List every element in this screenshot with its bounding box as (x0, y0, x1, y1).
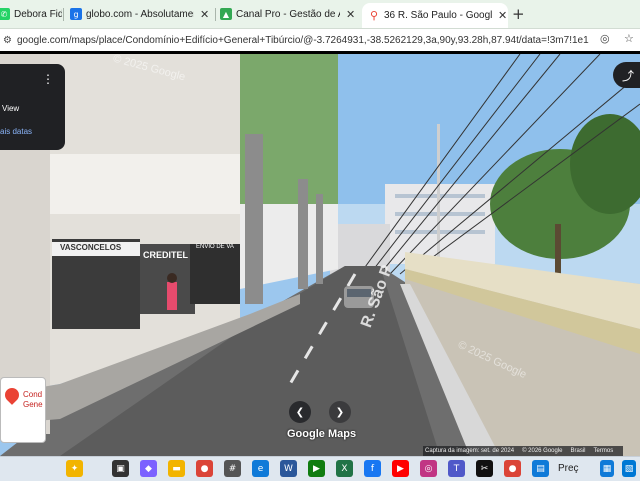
folder-icon[interactable]: ▬ (168, 460, 185, 477)
minimap-label: Cond (23, 390, 43, 399)
tab-title: Canal Pro - Gestão de Anúncio (236, 8, 340, 20)
share-icon: ⤴ (621, 68, 634, 83)
task-view-icon[interactable]: ▣ (112, 460, 129, 477)
windows-taskbar: Preç ✦ ▣ ◆ ▬ ● # e W ▶ Xf ▶ ◎ T ✂ ● ▤ ▦ ▧ (0, 456, 640, 481)
attribution-bar: Captura da imagem: set. de 2024 © 2026 G… (423, 446, 624, 456)
country-link[interactable]: Brasil (571, 448, 586, 454)
navigate-forward-button[interactable]: ❯ (329, 401, 351, 423)
minimap-label: Gene (23, 400, 43, 409)
tab-separator (63, 8, 64, 21)
location-icon[interactable]: ◎ (600, 32, 610, 45)
google-maps-watermark: Google Maps (287, 428, 357, 440)
address-bar[interactable]: ⚙ google.com/maps/place/Condomínio+Edifí… (0, 29, 640, 51)
street-view-panorama[interactable]: R. São P VASCONCELOS CREDITEL ENVIO DE V… (0, 54, 640, 456)
tab-google-maps[interactable]: ⚲ 36 R. São Paulo - Google Maps ✕ (362, 3, 508, 28)
edge-icon[interactable]: e (252, 460, 269, 477)
teams-icon[interactable]: T (448, 460, 465, 477)
globo-icon: g (70, 8, 82, 20)
youtube-icon[interactable]: ▶ (392, 460, 409, 477)
tab-title: globo.com - Absolutamente tu (86, 8, 194, 20)
store-sign: VASCONCELOS (60, 243, 122, 252)
chevron-left-icon: ❮ (295, 406, 305, 418)
media-icon[interactable]: ▶ (308, 460, 325, 477)
more-options-icon[interactable]: ⋮ (42, 72, 54, 86)
share-button[interactable]: ⤴ (613, 62, 640, 88)
map-pin-icon: ⚲ (369, 9, 379, 22)
chevron-right-icon: ❯ (335, 406, 345, 418)
chrome-profile-icon[interactable]: ● (504, 460, 521, 477)
pinned-app-icon[interactable]: ▦ (600, 460, 614, 477)
street-scene (0, 54, 640, 456)
calculator-icon[interactable]: # (224, 460, 241, 477)
terms-link[interactable]: Termos (594, 448, 614, 454)
navigate-back-button[interactable]: ❮ (289, 401, 311, 423)
tab-separator (215, 8, 216, 21)
sparkle-icon[interactable]: ✦ (66, 460, 83, 477)
whatsapp-icon: ✆ (0, 8, 10, 20)
site-info-icon[interactable]: ⚙ (3, 35, 13, 46)
close-icon[interactable]: ✕ (200, 8, 209, 21)
close-icon[interactable]: ✕ (498, 9, 507, 22)
tab-canal-pro[interactable]: ▲ Canal Pro - Gestão de Anúncio ✕ (220, 2, 358, 26)
taskbar-app-label[interactable]: Preç (558, 463, 579, 474)
copilot-icon[interactable]: ◆ (140, 460, 157, 477)
store-sign: ENVIO DE VA (196, 244, 234, 250)
street-nav-controls: ❮ ❯ (289, 401, 351, 423)
canalpro-icon: ▲ (220, 8, 232, 20)
new-tab-button[interactable]: + (512, 5, 525, 23)
gallery-icon[interactable]: ▤ (532, 460, 549, 477)
url-text[interactable]: google.com/maps/place/Condomínio+Edifíci… (17, 35, 589, 46)
chrome-icon[interactable]: ● (196, 460, 213, 477)
minimap-thumbnail[interactable]: Cond Gene (0, 377, 46, 443)
tab-title: 36 R. São Paulo - Google Maps (384, 10, 492, 21)
close-icon[interactable]: ✕ (346, 8, 355, 21)
instagram-icon[interactable]: ◎ (420, 460, 437, 477)
browser-tab-strip: ✆ Debora Fida g globo.com - Absolutament… (0, 0, 640, 29)
tab-globo[interactable]: g globo.com - Absolutamente tu ✕ (70, 2, 212, 26)
copyright-text: © 2026 Google (522, 448, 563, 454)
facebook-icon[interactable]: f (364, 460, 381, 477)
word-icon[interactable]: W (280, 460, 297, 477)
street-view-info-panel: ⋮ View ais datas (0, 64, 65, 150)
photos-icon[interactable]: ▧ (622, 460, 636, 477)
more-dates-link[interactable]: ais datas (0, 127, 32, 136)
panel-view-text: View (2, 104, 20, 113)
map-pin-icon (2, 385, 22, 405)
capture-date: Captura da imagem: set. de 2024 (425, 448, 515, 454)
bookmark-star-icon[interactable]: ☆ (624, 32, 634, 45)
store-sign: CREDITEL (143, 250, 188, 260)
tab-title: Debora Fida (14, 8, 62, 20)
capcut-icon[interactable]: ✂ (476, 460, 493, 477)
excel-icon[interactable]: X (336, 460, 353, 477)
tab-debora[interactable]: ✆ Debora Fida (0, 2, 62, 26)
